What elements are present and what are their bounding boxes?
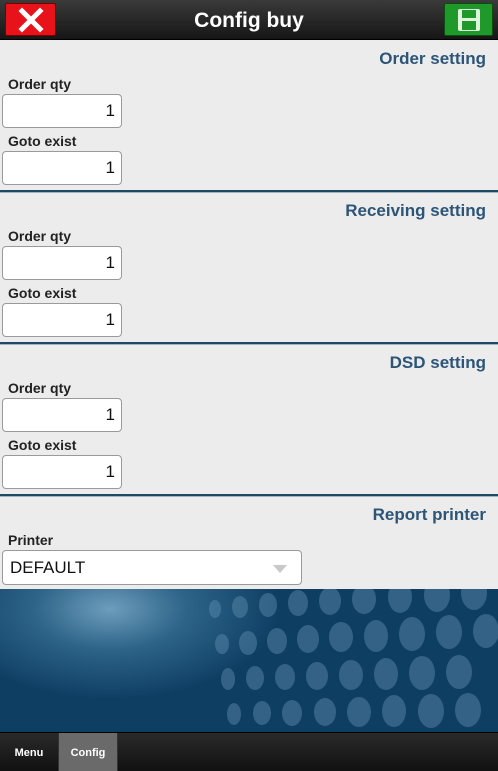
order-qty-input[interactable] bbox=[2, 246, 122, 280]
bottom-nav: Menu Config bbox=[0, 732, 498, 771]
report-printer-section: Report printer Printer DEFAULT bbox=[0, 497, 498, 585]
section-title: Receiving setting bbox=[345, 201, 486, 220]
order-qty-input[interactable] bbox=[2, 398, 122, 432]
tab-config[interactable]: Config bbox=[58, 733, 118, 771]
order-setting-section: Order setting Order qty Goto exist bbox=[0, 41, 498, 193]
printer-select[interactable]: DEFAULT bbox=[2, 550, 302, 585]
order-qty-label: Order qty bbox=[8, 76, 72, 92]
goto-exist-input[interactable] bbox=[2, 303, 122, 337]
page-title: Config buy bbox=[194, 9, 304, 32]
floppy-disk-icon bbox=[457, 8, 480, 31]
goto-exist-input[interactable] bbox=[2, 455, 122, 489]
section-title: Report printer bbox=[372, 505, 486, 524]
printer-select-value: DEFAULT bbox=[10, 558, 86, 577]
save-button[interactable] bbox=[444, 3, 493, 36]
header-bar: Config buy bbox=[0, 0, 498, 40]
goto-exist-label: Goto exist bbox=[8, 437, 77, 453]
goto-exist-label: Goto exist bbox=[8, 133, 77, 149]
order-qty-label: Order qty bbox=[8, 228, 72, 244]
goto-exist-label: Goto exist bbox=[8, 285, 77, 301]
section-title: DSD setting bbox=[389, 353, 486, 372]
settings-content: Order setting Order qty Goto exist Recei… bbox=[0, 41, 498, 589]
tab-menu[interactable]: Menu bbox=[0, 733, 58, 771]
dot-pattern-graphic bbox=[209, 589, 498, 728]
dsd-setting-section: DSD setting Order qty Goto exist bbox=[0, 345, 498, 497]
receiving-setting-section: Receiving setting Order qty Goto exist bbox=[0, 193, 498, 345]
order-qty-input[interactable] bbox=[2, 94, 122, 128]
goto-exist-input[interactable] bbox=[2, 151, 122, 185]
order-qty-label: Order qty bbox=[8, 380, 72, 396]
chevron-down-icon bbox=[273, 565, 287, 573]
section-title: Order setting bbox=[379, 49, 486, 68]
decorative-banner bbox=[0, 589, 498, 732]
printer-label: Printer bbox=[8, 532, 54, 548]
